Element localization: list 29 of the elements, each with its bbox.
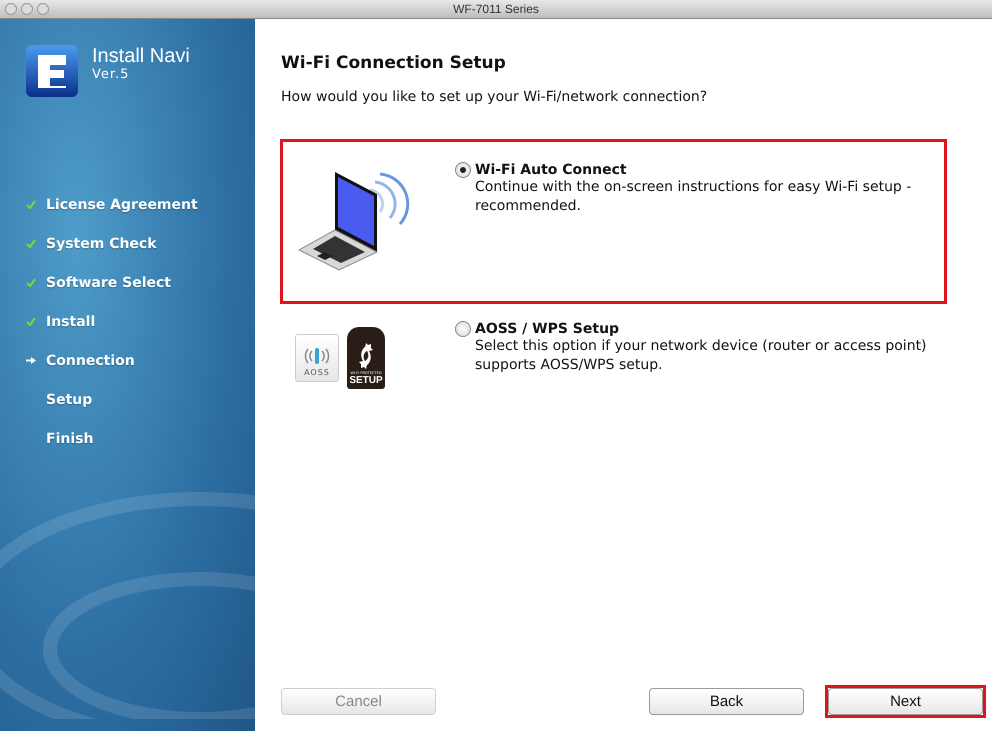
check-icon — [26, 200, 36, 209]
version-label: Ver.5 — [92, 67, 130, 82]
check-icon — [26, 239, 36, 248]
radio-button[interactable] — [455, 162, 471, 178]
option-description: Continue with the on-screen instructions for easy Wi-Fi setup - recommended. — [475, 178, 912, 216]
app-name: Install Navi — [92, 45, 190, 67]
question-text: How would you like to set up your Wi-Fi/network connection? — [281, 89, 708, 105]
option-description: Select this option if your network device (router or access point) supports AOSS/WPS setup. — [475, 337, 928, 375]
check-icon — [26, 278, 36, 287]
step-label: Software Select — [46, 274, 172, 290]
radio-button[interactable] — [455, 321, 471, 337]
step-label: Setup — [46, 392, 92, 408]
arrow-icon — [26, 356, 36, 365]
option-label: AOSS / WPS Setup — [475, 321, 620, 337]
check-icon — [26, 317, 36, 326]
app-logo-icon — [26, 45, 78, 97]
step-label: Install — [46, 314, 96, 330]
dialog-button[interactable]: Back — [649, 688, 804, 715]
page-heading: Wi-Fi Connection Setup — [281, 53, 507, 73]
step-label: System Check — [46, 236, 157, 252]
signal-waves-icon — [302, 347, 332, 365]
logo-text: AOSS — [304, 368, 330, 377]
option-label: Wi-Fi Auto Connect — [475, 162, 627, 178]
dialog-button[interactable]: Next — [828, 688, 983, 715]
logo-text: SETUP — [349, 375, 383, 386]
window-title: WF-7011 Series — [453, 2, 539, 16]
step-label: Connection — [46, 352, 135, 368]
step-label: License Agreement — [46, 196, 198, 212]
step-label: Finish — [46, 430, 94, 446]
